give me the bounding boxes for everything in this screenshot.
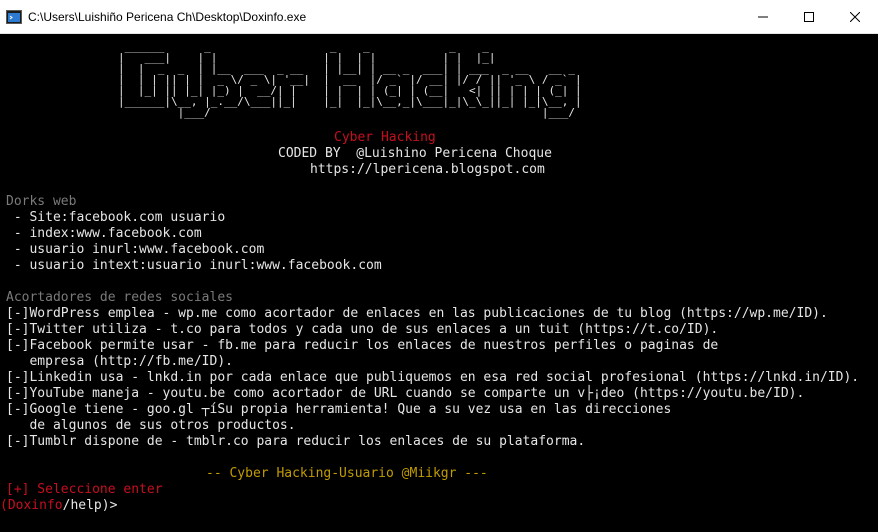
command-prompt[interactable]: (Doxinfo/help)> (0, 498, 117, 514)
minimize-button[interactable] (740, 0, 786, 33)
coded-by-text: CODED BY @Luishino Pericena Choque (278, 146, 552, 161)
select-prompt: [+] Seleccione enter (6, 482, 163, 497)
shorteners-heading: Acortadores de redes sociales (6, 290, 233, 305)
footer-text: -- Cyber Hacking-Usuario @Miikgr --- (206, 466, 488, 481)
console-output[interactable]: ______ _ _ _ _ _ | ___| | | | | | | | | … (0, 33, 878, 532)
shortener-line: empresa (http://fb.me/ID). (6, 354, 233, 369)
shortener-line: [-]Facebook permite usar - fb.me para re… (6, 338, 719, 353)
window-title: C:\Users\Luishiño Pericena Ch\Desktop\Do… (28, 10, 307, 24)
banner-art-line: |___/ |___/ (118, 106, 582, 119)
maximize-icon (804, 11, 814, 22)
console-app-icon (6, 9, 22, 24)
author-url: https://lpericena.blogspot.com (310, 162, 545, 177)
shortener-line: [-]Twitter utiliza - t.co para todos y c… (6, 322, 719, 337)
prompt-name: Doxinfo (7, 498, 63, 513)
shortener-line: [-]Linkedin usa - lnkd.in por cada enlac… (6, 370, 860, 385)
shortener-line: [-]WordPress emplea - wp.me como acortad… (6, 306, 828, 321)
maximize-button[interactable] (786, 0, 832, 33)
shortener-line: [-]YouTube maneja - youtu.be como acorta… (6, 386, 805, 401)
close-icon (850, 11, 860, 22)
dork-item: - index:www.facebook.com (6, 226, 202, 241)
banner-title: Cyber Hacking (334, 130, 436, 145)
console-window: C:\Users\Luishiño Pericena Ch\Desktop\Do… (0, 0, 878, 532)
prompt-path: /help)> (62, 498, 118, 513)
close-button[interactable] (832, 0, 878, 33)
dork-item: - Site:facebook.com usuario (6, 210, 226, 225)
dork-item: - usuario inurl:www.facebook.com (6, 242, 265, 257)
dork-item: - usuario intext:usuario inurl:www.faceb… (6, 258, 382, 273)
shortener-line: [-]Google tiene - goo.gl ┬íSu propia her… (6, 402, 672, 417)
title-bar[interactable]: C:\Users\Luishiño Pericena Ch\Desktop\Do… (0, 0, 878, 34)
minimize-icon (758, 16, 768, 17)
dorks-heading: Dorks web (6, 194, 77, 209)
shortener-line: [-]Tumblr dispone de - tmblr.co para red… (6, 434, 586, 449)
shortener-line: de algunos de sus otros productos. (6, 418, 296, 433)
